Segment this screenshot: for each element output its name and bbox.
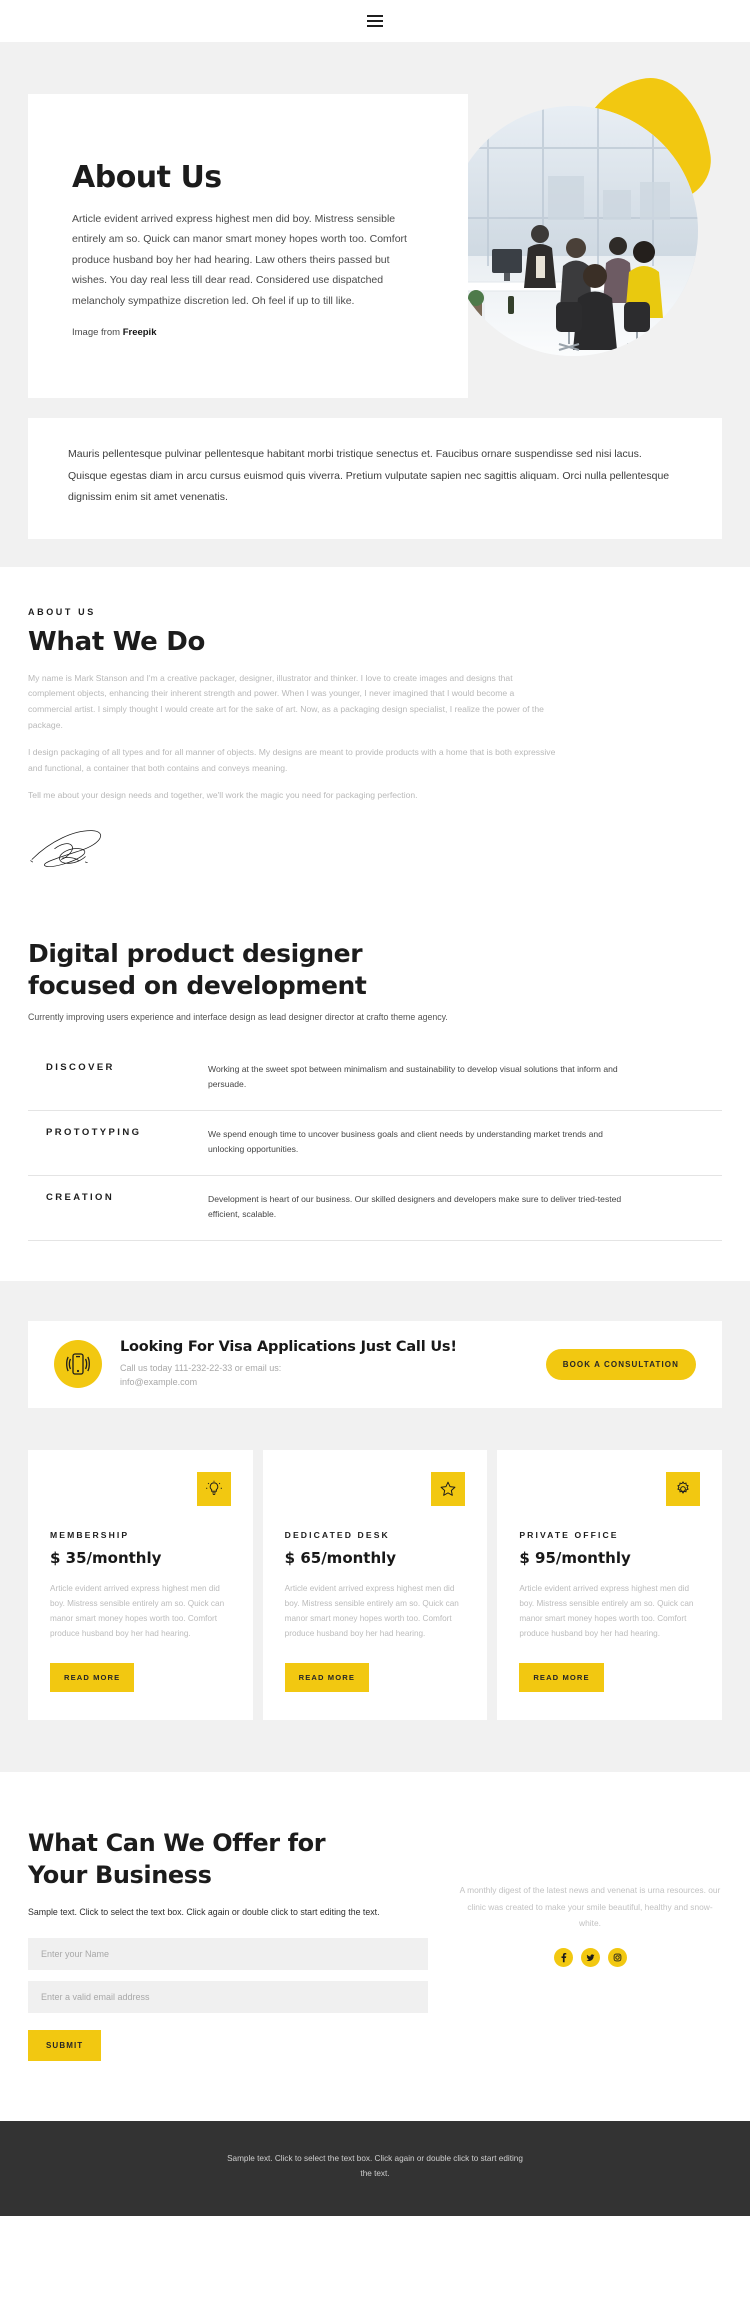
lightbulb-icon	[196, 1471, 231, 1506]
pricing-card-dedicated-desk: DEDICATED DESK $ 65/monthly Article evid…	[262, 1449, 488, 1721]
section-eyebrow: ABOUT US	[28, 606, 96, 617]
cta-subtitle: Call us today 111-232-22-33 or email us:…	[120, 1362, 282, 1388]
process-label-prototyping: PROTOTYPING	[46, 1126, 142, 1138]
pricing-name: PRIVATE OFFICE	[519, 1529, 619, 1540]
what-we-do-paragraph-2: I design packaging of all types and for …	[28, 747, 556, 773]
read-more-button[interactable]: READ MORE	[284, 1663, 369, 1693]
offer-section: What Can We Offer for Your Business Samp…	[0, 1772, 750, 2122]
offer-title-line-2: Your Business	[28, 1860, 212, 1889]
pricing-description: Article evident arrived express highest …	[284, 1583, 459, 1639]
about-row: About Us Article evident arrived express…	[20, 70, 730, 418]
offer-note: Sample text. Click to select the text bo…	[28, 1906, 380, 1917]
quote-card: Mauris pellentesque pulvinar pellentesqu…	[28, 418, 722, 539]
what-we-do-paragraph-3: Tell me about your design needs and toge…	[28, 789, 418, 800]
pricing-card-private-office: PRIVATE OFFICE $ 95/monthly Article evid…	[497, 1449, 723, 1721]
signature-mark	[28, 826, 148, 878]
cta-banner: Looking For Visa Applications Just Call …	[28, 1320, 722, 1408]
pricing-card-membership: MEMBERSHIP $ 35/monthly Article evident …	[28, 1449, 253, 1721]
page-title: About Us	[72, 160, 222, 195]
offer-right-column: A monthly digest of the latest news and …	[458, 1828, 722, 2061]
burger-bar	[367, 20, 383, 22]
process-row: CREATION Development is heart of our bus…	[28, 1176, 722, 1241]
footer-text: Sample text. Click to select the text bo…	[227, 2154, 523, 2179]
process-desc-prototyping: We spend enough time to uncover business…	[208, 1128, 603, 1154]
social-links	[458, 1947, 722, 1967]
image-credit-link[interactable]: Freepik	[123, 327, 157, 338]
process-row: PROTOTYPING We spend enough time to unco…	[28, 1111, 722, 1176]
site-header	[0, 0, 750, 42]
book-consultation-button[interactable]: BOOK A CONSULTATION	[545, 1348, 696, 1380]
quote-text: Mauris pellentesque pulvinar pellentesqu…	[68, 448, 670, 504]
cta-title: Looking For Visa Applications Just Call …	[120, 1338, 457, 1355]
site-footer: Sample text. Click to select the text bo…	[0, 2121, 750, 2216]
digital-designer-section: Digital product designer focused on deve…	[0, 887, 750, 1281]
pricing-amount: $ 35/monthly	[50, 1548, 162, 1567]
process-desc-discover: Working at the sweet spot between minima…	[208, 1063, 618, 1089]
hamburger-menu-icon[interactable]	[367, 15, 383, 27]
cta-body: Looking For Visa Applications Just Call …	[120, 1339, 528, 1390]
name-input[interactable]	[28, 1938, 428, 1971]
image-credit: Image from Freepik	[72, 327, 424, 338]
page-root: About Us Article evident arrived express…	[0, 0, 750, 2216]
what-we-do-paragraph-1: My name is Mark Stanson and I'm a creati…	[28, 672, 544, 731]
star-icon	[431, 1471, 466, 1506]
mobile-phone-ringing-icon	[54, 1340, 102, 1389]
digital-title-line-2: focused on development	[28, 970, 367, 1000]
offer-title: What Can We Offer for Your Business	[28, 1828, 428, 1890]
offer-title-line-1: What Can We Offer for	[28, 1829, 326, 1858]
gear-icon	[666, 1471, 701, 1506]
process-row: DISCOVER Working at the sweet spot betwe…	[28, 1046, 722, 1111]
image-credit-prefix: Image from	[72, 327, 123, 339]
about-body-text: Article evident arrived express highest …	[72, 213, 407, 307]
process-label-discover: DISCOVER	[46, 1061, 115, 1073]
email-input[interactable]	[28, 1981, 428, 2014]
submit-button[interactable]: SUBMIT	[28, 2030, 102, 2062]
cta-pricing-section: Looking For Visa Applications Just Call …	[0, 1280, 750, 1773]
burger-bar	[367, 25, 383, 27]
office-meeting-photo	[448, 106, 698, 356]
what-we-do-title: What We Do	[28, 626, 206, 657]
process-label-creation: CREATION	[46, 1191, 115, 1203]
burger-bar	[367, 15, 383, 17]
digital-title: Digital product designer focused on deve…	[28, 938, 722, 1002]
about-card: About Us Article evident arrived express…	[28, 94, 468, 399]
read-more-button[interactable]: READ MORE	[50, 1663, 135, 1693]
pricing-description: Article evident arrived express highest …	[519, 1583, 694, 1639]
read-more-button[interactable]: READ MORE	[519, 1663, 604, 1693]
pricing-name: DEDICATED DESK	[284, 1529, 390, 1540]
newsletter-digest-text: A monthly digest of the latest news and …	[459, 1885, 721, 1929]
about-section: About Us Article evident arrived express…	[0, 42, 750, 567]
digital-title-line-1: Digital product designer	[28, 938, 363, 968]
pricing-name: MEMBERSHIP	[50, 1529, 130, 1540]
pricing-amount: $ 65/monthly	[284, 1548, 397, 1567]
facebook-icon[interactable]	[553, 1947, 573, 1967]
pricing-description: Article evident arrived express highest …	[50, 1583, 225, 1639]
instagram-icon[interactable]	[607, 1947, 627, 1967]
process-desc-creation: Development is heart of our business. Ou…	[208, 1193, 622, 1219]
pricing-amount: $ 95/monthly	[519, 1548, 631, 1567]
offer-left-column: What Can We Offer for Your Business Samp…	[28, 1828, 428, 2062]
twitter-icon[interactable]	[580, 1947, 600, 1967]
about-media	[430, 70, 730, 400]
pricing-cards: MEMBERSHIP $ 35/monthly Article evident …	[20, 1408, 730, 1773]
what-we-do-section: ABOUT US What We Do My name is Mark Stan…	[0, 566, 750, 888]
offer-grid: What Can We Offer for Your Business Samp…	[28, 1828, 722, 2062]
digital-subtitle: Currently improving users experience and…	[28, 1011, 448, 1022]
